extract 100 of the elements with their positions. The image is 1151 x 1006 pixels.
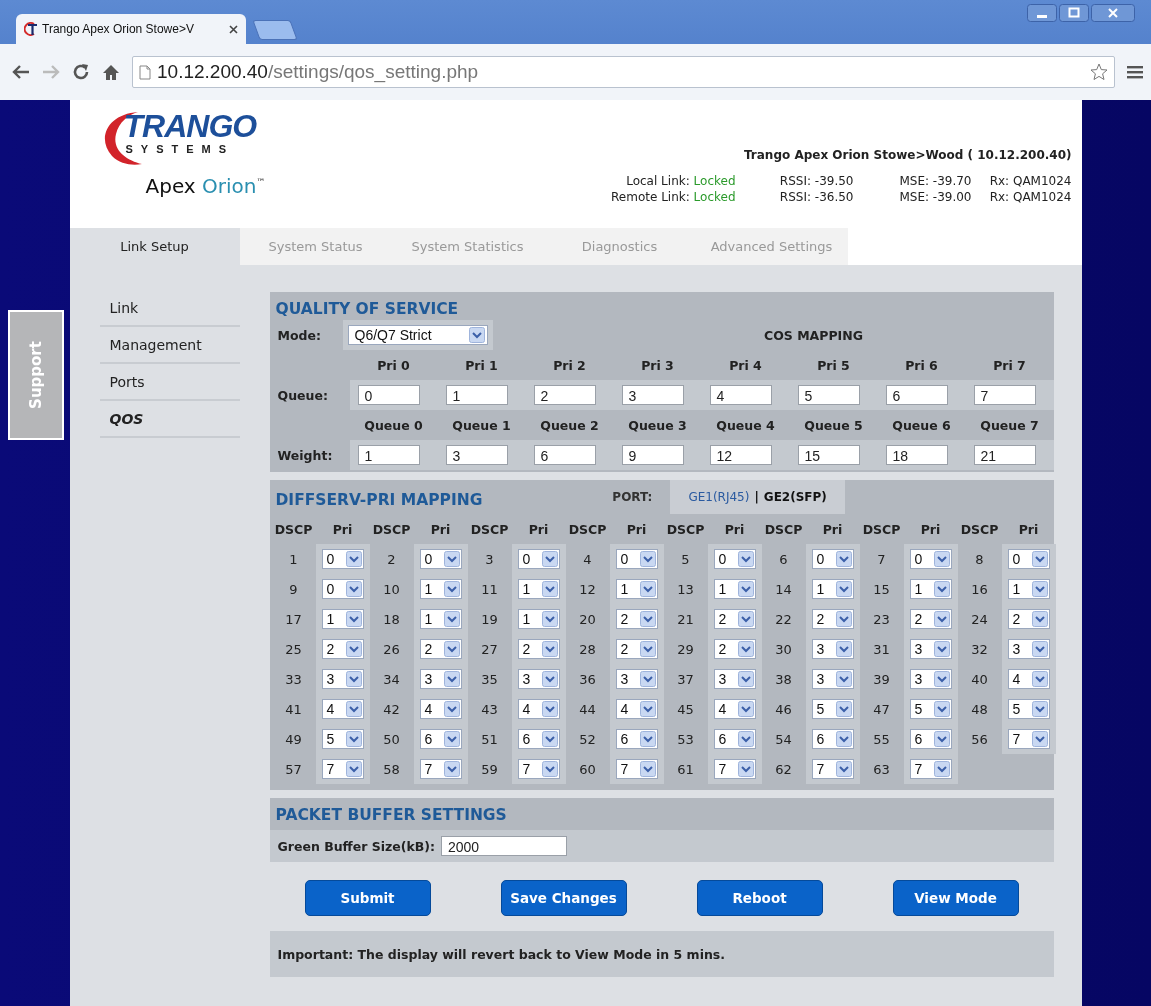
priority-dropdown[interactable]: 2 [909,609,952,629]
priority-dropdown[interactable]: 6 [713,729,756,749]
sidebar-item[interactable]: Link [99,290,240,327]
priority-dropdown[interactable]: 3 [909,639,952,659]
action-button[interactable]: View Mode [892,880,1019,916]
back-icon[interactable] [12,64,30,80]
sidebar-item[interactable]: Ports [99,364,240,401]
input-field[interactable]: 6 [885,385,948,405]
priority-dropdown[interactable]: 4 [615,699,658,719]
priority-dropdown[interactable]: 3 [909,669,952,689]
menu-icon[interactable] [1127,65,1143,79]
input-field[interactable]: 1 [445,385,508,405]
priority-dropdown[interactable]: 7 [811,759,854,779]
priority-dropdown[interactable]: 2 [811,609,854,629]
action-button[interactable]: Reboot [696,880,823,916]
priority-dropdown[interactable]: 0 [615,549,658,569]
priority-dropdown[interactable]: 0 [909,549,952,569]
priority-dropdown[interactable]: 7 [419,759,462,779]
input-field[interactable]: 5 [797,385,860,405]
input-field[interactable]: 15 [797,445,860,465]
input-field[interactable]: 6 [533,445,596,465]
star-icon[interactable] [1090,63,1108,81]
priority-dropdown[interactable]: 7 [517,759,560,779]
priority-dropdown[interactable]: 4 [517,699,560,719]
priority-dropdown[interactable]: 1 [419,579,462,599]
priority-dropdown[interactable]: 1 [811,579,854,599]
priority-dropdown[interactable]: 6 [615,729,658,749]
input-field[interactable]: 2000 [441,836,567,856]
priority-dropdown[interactable]: 2 [1007,609,1050,629]
priority-dropdown[interactable]: 7 [909,759,952,779]
action-button[interactable]: Submit [304,880,431,916]
priority-dropdown[interactable]: 3 [321,669,364,689]
priority-dropdown[interactable]: 4 [419,699,462,719]
priority-dropdown[interactable]: 1 [419,609,462,629]
input-field[interactable]: 2 [533,385,596,405]
input-field[interactable]: 3 [445,445,508,465]
priority-dropdown[interactable]: 6 [517,729,560,749]
priority-dropdown[interactable]: 0 [321,579,364,599]
address-bar[interactable]: 10.12.200.40/settings/qos_setting.php [132,56,1115,88]
priority-dropdown[interactable]: 6 [909,729,952,749]
priority-dropdown[interactable]: 4 [713,699,756,719]
input-field[interactable]: 4 [709,385,772,405]
priority-dropdown[interactable]: 5 [1007,699,1050,719]
priority-dropdown[interactable]: 2 [321,639,364,659]
input-field[interactable]: 18 [885,445,948,465]
priority-dropdown[interactable]: 1 [517,579,560,599]
priority-dropdown[interactable]: 1 [615,579,658,599]
input-field[interactable]: 1 [357,445,420,465]
priority-dropdown[interactable]: 3 [1007,639,1050,659]
input-field[interactable]: 0 [357,385,420,405]
priority-dropdown[interactable]: 0 [811,549,854,569]
port-link[interactable]: GE1(RJ45) [688,490,750,504]
priority-dropdown[interactable]: 3 [811,669,854,689]
priority-dropdown[interactable]: 6 [419,729,462,749]
input-field[interactable]: 7 [973,385,1036,405]
minimize-icon[interactable] [1027,4,1057,22]
priority-dropdown[interactable]: 1 [909,579,952,599]
priority-dropdown[interactable]: 7 [321,759,364,779]
priority-dropdown[interactable]: 3 [615,669,658,689]
priority-dropdown[interactable]: 1 [321,609,364,629]
close-icon[interactable] [1091,4,1135,22]
priority-dropdown[interactable]: 0 [713,549,756,569]
input-field[interactable]: 12 [709,445,772,465]
priority-dropdown[interactable]: 2 [419,639,462,659]
input-field[interactable]: 3 [621,385,684,405]
input-field[interactable]: 21 [973,445,1036,465]
priority-dropdown[interactable]: 2 [517,639,560,659]
priority-dropdown[interactable]: 2 [615,639,658,659]
priority-dropdown[interactable]: 0 [517,549,560,569]
reload-icon[interactable] [72,63,90,81]
priority-dropdown[interactable]: 3 [713,669,756,689]
priority-dropdown[interactable]: 3 [419,669,462,689]
sidebar-item[interactable]: QOS [99,401,240,438]
close-icon[interactable] [229,24,238,34]
maximize-icon[interactable] [1059,4,1089,22]
priority-dropdown[interactable]: 3 [517,669,560,689]
priority-dropdown[interactable]: 7 [1007,729,1050,749]
priority-dropdown[interactable]: 5 [909,699,952,719]
priority-dropdown[interactable]: 3 [811,639,854,659]
priority-dropdown[interactable]: 1 [517,609,560,629]
priority-dropdown[interactable]: 2 [713,609,756,629]
priority-dropdown[interactable]: 1 [1007,579,1050,599]
priority-dropdown[interactable]: 1 [713,579,756,599]
priority-dropdown[interactable]: 7 [713,759,756,779]
priority-dropdown[interactable]: 0 [419,549,462,569]
priority-dropdown[interactable]: 2 [615,609,658,629]
priority-dropdown[interactable]: 4 [1007,669,1050,689]
port-link[interactable]: GE2(SFP) [763,490,827,504]
priority-dropdown[interactable]: 0 [1007,549,1050,569]
priority-dropdown[interactable]: 0 [321,549,364,569]
priority-dropdown[interactable]: 4 [321,699,364,719]
priority-dropdown[interactable]: 6 [811,729,854,749]
input-field[interactable]: 9 [621,445,684,465]
priority-dropdown[interactable]: 5 [811,699,854,719]
nav-tab[interactable]: Link Setup [69,228,240,265]
priority-dropdown[interactable]: 2 [713,639,756,659]
home-icon[interactable] [102,63,120,81]
browser-tab[interactable]: Trango Apex Orion Stowe>V [16,14,246,44]
priority-dropdown[interactable]: 5 [321,729,364,749]
action-button[interactable]: Save Changes [500,880,627,916]
